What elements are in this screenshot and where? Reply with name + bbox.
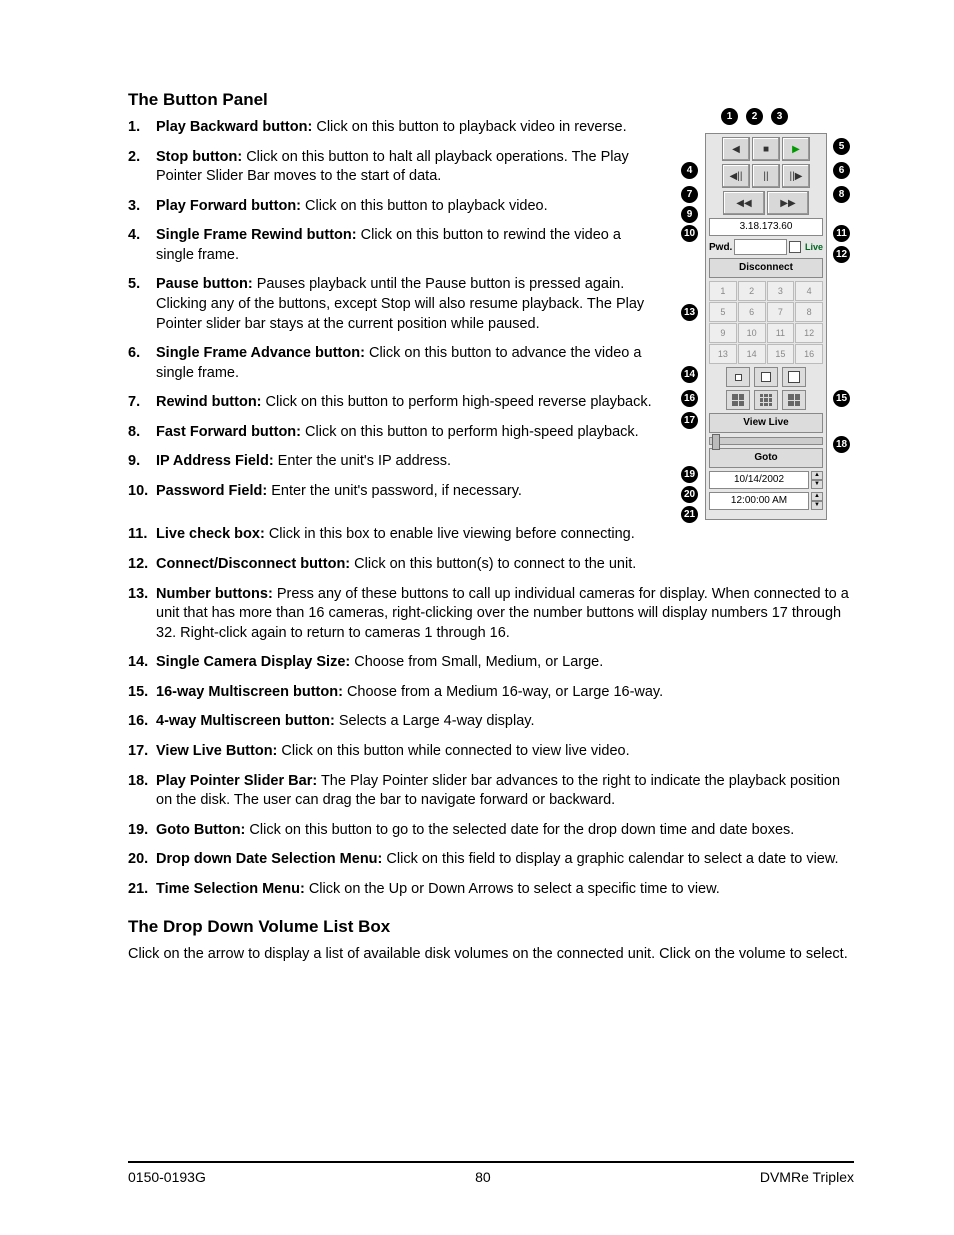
camera-number-button[interactable]: 8 xyxy=(795,302,823,322)
multiscreen-9-button[interactable] xyxy=(754,390,778,410)
camera-number-button[interactable]: 10 xyxy=(738,323,766,343)
list-item: 6.Single Frame Advance button: Click on … xyxy=(128,344,659,383)
list-item: 5.Pause button: Pauses playback until th… xyxy=(128,275,659,334)
callout-13: 13 xyxy=(681,304,698,321)
list-item: 12. Connect/Disconnect button: Click on … xyxy=(128,555,854,575)
callout-7: 7 xyxy=(681,186,698,203)
list-item: 16. 4-way Multiscreen button: Selects a … xyxy=(128,712,854,732)
view-live-button[interactable]: View Live xyxy=(709,413,823,433)
list-item: 17. View Live Button: Click on this butt… xyxy=(128,742,854,762)
camera-number-button[interactable]: 15 xyxy=(767,344,795,364)
camera-number-button[interactable]: 2 xyxy=(738,281,766,301)
callout-6: 6 xyxy=(833,162,850,179)
list-item: 14. Single Camera Display Size: Choose f… xyxy=(128,653,854,673)
callout-9: 9 xyxy=(681,206,698,223)
list-item: 10.Password Field: Enter the unit's pass… xyxy=(128,482,659,502)
camera-number-button[interactable]: 6 xyxy=(738,302,766,322)
list-item: 20. Drop down Date Selection Menu: Click… xyxy=(128,850,854,870)
goto-button[interactable]: Goto xyxy=(709,448,823,468)
list-item: 13. Number buttons: Press any of these b… xyxy=(128,585,854,644)
live-checkbox[interactable] xyxy=(789,241,801,253)
volume-body: Click on the arrow to display a list of … xyxy=(128,945,854,965)
callout-12: 12 xyxy=(833,246,850,263)
callout-15: 15 xyxy=(833,390,850,407)
play-pointer-slider[interactable] xyxy=(709,437,823,445)
stop-button[interactable]: ■ xyxy=(752,137,780,161)
fast-forward-button[interactable]: ▶▶ xyxy=(767,191,809,215)
list-item: 19. Goto Button: Click on this button to… xyxy=(128,821,854,841)
frame-advance-button[interactable]: ||▶ xyxy=(782,164,810,188)
list-item: 1.Play Backward button: Click on this bu… xyxy=(128,118,659,138)
camera-number-button[interactable]: 16 xyxy=(795,344,823,364)
camera-number-button[interactable]: 9 xyxy=(709,323,737,343)
date-spinner[interactable]: ▲▼ xyxy=(811,471,823,489)
list-item: 18. Play Pointer Slider Bar: The Play Po… xyxy=(128,772,854,811)
callout-4: 4 xyxy=(681,162,698,179)
ip-address-field[interactable]: 3.18.173.60 xyxy=(709,218,823,236)
heading-button-panel: The Button Panel xyxy=(128,90,659,110)
multiscreen-16-button[interactable] xyxy=(782,390,806,410)
size-large-button[interactable] xyxy=(782,367,806,387)
callout-19: 19 xyxy=(681,466,698,483)
camera-number-button[interactable]: 3 xyxy=(767,281,795,301)
control-panel-diagram: 1 2 3 4 5 6 7 8 9 10 11 12 13 14 15 16 1… xyxy=(679,108,854,511)
callout-10: 10 xyxy=(681,225,698,242)
camera-number-button[interactable]: 11 xyxy=(767,323,795,343)
camera-number-button[interactable]: 4 xyxy=(795,281,823,301)
password-field[interactable] xyxy=(734,239,787,255)
rewind-button[interactable]: ◀◀ xyxy=(723,191,765,215)
camera-number-button[interactable]: 5 xyxy=(709,302,737,322)
callout-1: 1 xyxy=(721,108,738,125)
list-item: 9.IP Address Field: Enter the unit's IP … xyxy=(128,452,659,472)
callout-20: 20 xyxy=(681,486,698,503)
time-spinner[interactable]: ▲▼ xyxy=(811,492,823,510)
time-field[interactable]: 12:00:00 AM xyxy=(709,492,809,510)
callout-14: 14 xyxy=(681,366,698,383)
callout-21: 21 xyxy=(681,506,698,523)
camera-number-button[interactable]: 1 xyxy=(709,281,737,301)
callout-18: 18 xyxy=(833,436,850,453)
heading-volume-list: The Drop Down Volume List Box xyxy=(128,917,854,937)
list-item: 4.Single Frame Rewind button: Click on t… xyxy=(128,226,659,265)
frame-rewind-button[interactable]: ◀|| xyxy=(722,164,750,188)
camera-number-button[interactable]: 7 xyxy=(767,302,795,322)
list-item: 21. Time Selection Menu: Click on the Up… xyxy=(128,880,854,900)
list-item: 11. Live check box: Click in this box to… xyxy=(128,525,854,545)
password-label: Pwd. xyxy=(709,240,732,255)
pause-button[interactable]: || xyxy=(752,164,780,188)
list-item: 7.Rewind button: Click on this button to… xyxy=(128,393,659,413)
list-item: 15. 16-way Multiscreen button: Choose fr… xyxy=(128,683,854,703)
camera-number-button[interactable]: 13 xyxy=(709,344,737,364)
callout-16: 16 xyxy=(681,390,698,407)
callout-17: 17 xyxy=(681,412,698,429)
list-item: 2.Stop button: Click on this button to h… xyxy=(128,148,659,187)
date-field[interactable]: 10/14/2002 xyxy=(709,471,809,489)
disconnect-button[interactable]: Disconnect xyxy=(709,258,823,278)
live-label: Live xyxy=(805,240,823,255)
play-backward-button[interactable]: ◀ xyxy=(722,137,750,161)
footer-doc-id: 0150-0193G xyxy=(128,1169,206,1185)
camera-number-button[interactable]: 14 xyxy=(738,344,766,364)
size-medium-button[interactable] xyxy=(754,367,778,387)
footer-product: DVMRe Triplex xyxy=(760,1169,854,1185)
list-item: 3.Play Forward button: Click on this but… xyxy=(128,197,659,217)
callout-11: 11 xyxy=(833,225,850,242)
camera-number-button[interactable]: 12 xyxy=(795,323,823,343)
callout-2: 2 xyxy=(746,108,763,125)
multiscreen-4-button[interactable] xyxy=(726,390,750,410)
callout-3: 3 xyxy=(771,108,788,125)
callout-8: 8 xyxy=(833,186,850,203)
footer-page-num: 80 xyxy=(475,1169,491,1185)
list-item: 8.Fast Forward button: Click on this but… xyxy=(128,423,659,443)
callout-5: 5 xyxy=(833,138,850,155)
size-small-button[interactable] xyxy=(726,367,750,387)
play-forward-button[interactable]: ▶ xyxy=(782,137,810,161)
